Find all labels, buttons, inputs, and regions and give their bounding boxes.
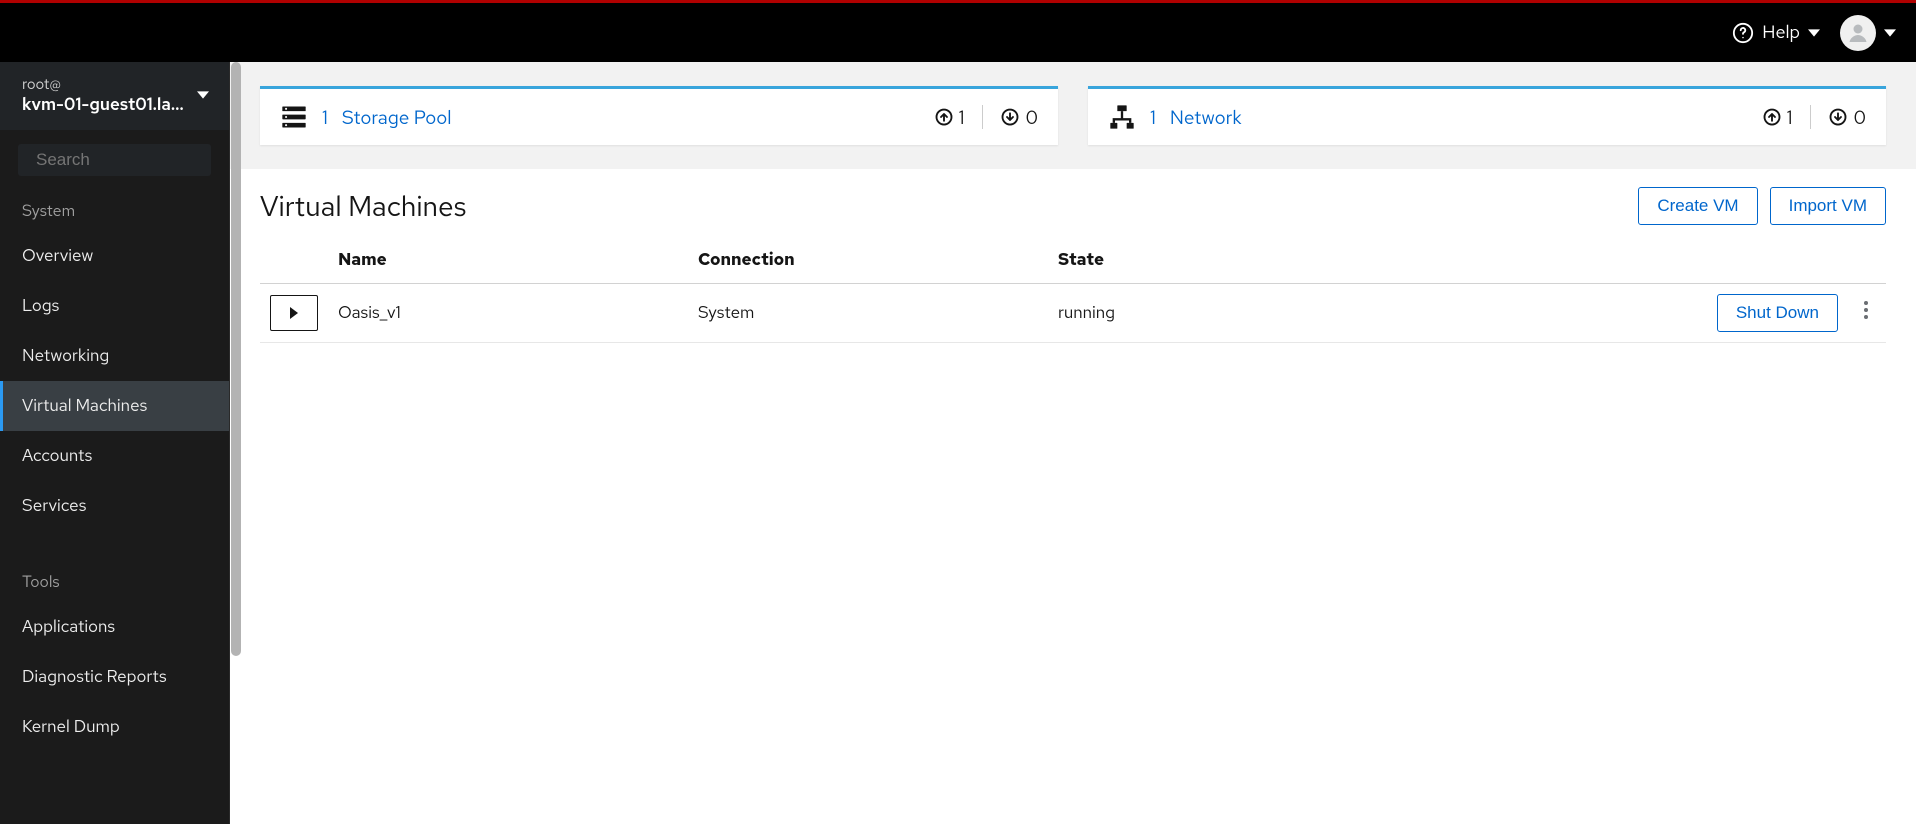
- storage-down: 0: [1001, 105, 1038, 130]
- help-menu[interactable]: Help: [1732, 21, 1820, 44]
- sidebar-item-overview[interactable]: Overview: [0, 231, 229, 281]
- sidebar-item-services[interactable]: Services: [0, 481, 229, 531]
- arrow-down-circle-icon: [1829, 108, 1847, 126]
- storage-label: Storage Pool: [342, 105, 452, 130]
- chevron-right-icon: [288, 307, 300, 319]
- col-name: Name: [328, 239, 688, 284]
- page-title: Virtual Machines: [260, 187, 466, 225]
- storage-pool-card[interactable]: 1 Storage Pool 1 0: [260, 86, 1058, 145]
- sidebar-item-networking[interactable]: Networking: [0, 331, 229, 381]
- table-row: Oasis_v1 System running Shut Down: [260, 284, 1886, 343]
- sidebar-scrollbar[interactable]: [230, 62, 242, 824]
- row-actions-menu[interactable]: [1856, 297, 1876, 329]
- search-box[interactable]: [18, 144, 211, 176]
- caret-down-icon: [1808, 27, 1820, 39]
- vm-name[interactable]: Oasis_v1: [328, 284, 688, 343]
- storage-up: 1: [935, 105, 965, 130]
- col-state: State: [1048, 239, 1686, 284]
- vm-state: running: [1048, 284, 1686, 343]
- col-connection: Connection: [688, 239, 1048, 284]
- avatar: [1840, 15, 1876, 51]
- nav-section-system: System: [0, 186, 229, 231]
- help-label: Help: [1762, 21, 1800, 44]
- kebab-icon: [1864, 301, 1868, 319]
- help-icon: [1732, 22, 1754, 44]
- network-card[interactable]: 1 Network 1 0: [1088, 86, 1886, 145]
- storage-count: 1: [322, 105, 328, 130]
- import-vm-button[interactable]: Import VM: [1770, 187, 1886, 225]
- search-input[interactable]: [36, 150, 230, 170]
- network-up: 1: [1763, 105, 1793, 130]
- sidebar-item-kdump[interactable]: Kernel Dump: [0, 702, 229, 752]
- caret-down-icon: [197, 89, 209, 101]
- caret-down-icon: [1884, 27, 1896, 39]
- host-name: kvm-01-guest01.lab.e...: [22, 94, 192, 116]
- shutdown-button[interactable]: Shut Down: [1717, 294, 1838, 332]
- vm-connection: System: [688, 284, 1048, 343]
- sidebar-item-applications[interactable]: Applications: [0, 602, 229, 652]
- vm-table: Name Connection State Oasis_v1: [260, 239, 1886, 343]
- sidebar-item-diagnostic[interactable]: Diagnostic Reports: [0, 652, 229, 702]
- sidebar-item-virtual-machines[interactable]: Virtual Machines: [0, 381, 229, 431]
- user-menu[interactable]: [1840, 15, 1896, 51]
- host-selector[interactable]: root@ kvm-01-guest01.lab.e...: [0, 62, 229, 130]
- network-icon: [1108, 103, 1136, 131]
- network-count: 1: [1150, 105, 1156, 130]
- sidebar: root@ kvm-01-guest01.lab.e... System Ove…: [0, 62, 230, 824]
- host-user: root@: [22, 74, 192, 94]
- expand-row-button[interactable]: [270, 295, 318, 331]
- main-content: 1 Storage Pool 1 0: [230, 62, 1916, 824]
- arrow-up-circle-icon: [1763, 108, 1781, 126]
- arrow-up-circle-icon: [935, 108, 953, 126]
- network-down: 0: [1829, 105, 1866, 130]
- storage-icon: [280, 103, 308, 131]
- network-label: Network: [1170, 105, 1242, 130]
- nav-section-tools: Tools: [0, 557, 229, 602]
- arrow-down-circle-icon: [1001, 108, 1019, 126]
- sidebar-item-logs[interactable]: Logs: [0, 281, 229, 331]
- create-vm-button[interactable]: Create VM: [1638, 187, 1757, 225]
- user-icon: [1846, 21, 1870, 45]
- sidebar-item-accounts[interactable]: Accounts: [0, 431, 229, 481]
